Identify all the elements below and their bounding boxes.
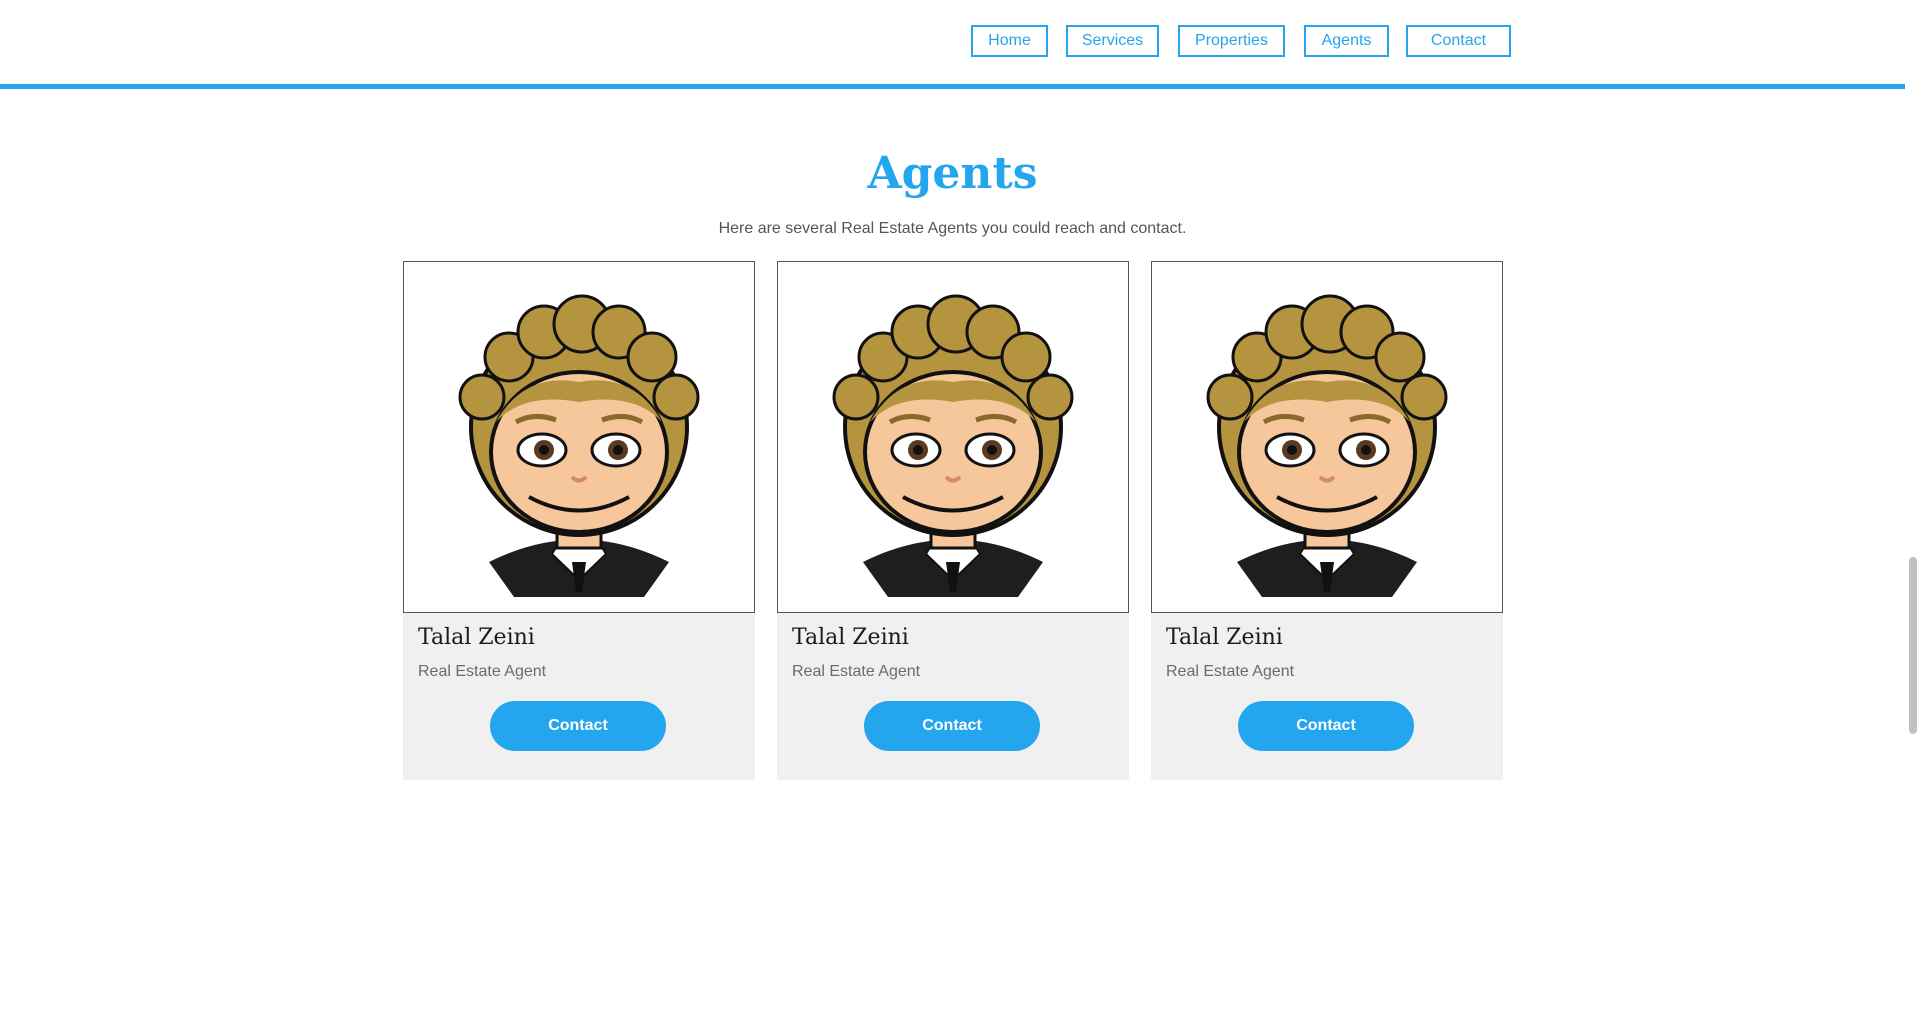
agent-card: Talal Zeini Real Estate Agent Contact [1151,261,1503,780]
nav-contact-link[interactable]: Contact [1406,25,1511,57]
agent-name: Talal Zeini [1166,625,1283,650]
agent-card: Talal Zeini Real Estate Agent Contact [777,261,1129,780]
nav-properties-link[interactable]: Properties [1178,25,1285,57]
page-scrollbar[interactable] [1905,0,1920,1012]
agent-role: Real Estate Agent [792,663,921,680]
scrollbar-thumb[interactable] [1909,557,1917,734]
contact-button[interactable]: Contact [1238,701,1414,751]
contact-button[interactable]: Contact [864,701,1040,751]
section-title: Agents [867,148,1038,199]
agent-name: Talal Zeini [418,625,535,650]
agent-role: Real Estate Agent [418,663,547,680]
agent-avatar [777,261,1129,613]
top-navbar: Home Services Properties Agents Contact [0,0,1905,89]
agent-name: Talal Zeini [792,625,909,650]
section-subtitle: Here are several Real Estate Agents you … [718,220,1187,237]
nav-home-link[interactable]: Home [971,25,1048,57]
agent-role: Real Estate Agent [1166,663,1295,680]
nav-agents-link[interactable]: Agents [1304,25,1389,57]
nav-services-link[interactable]: Services [1066,25,1159,57]
agent-avatar [1151,261,1503,613]
agent-card: Talal Zeini Real Estate Agent Contact [403,261,755,780]
contact-button[interactable]: Contact [490,701,666,751]
agent-avatar [403,261,755,613]
